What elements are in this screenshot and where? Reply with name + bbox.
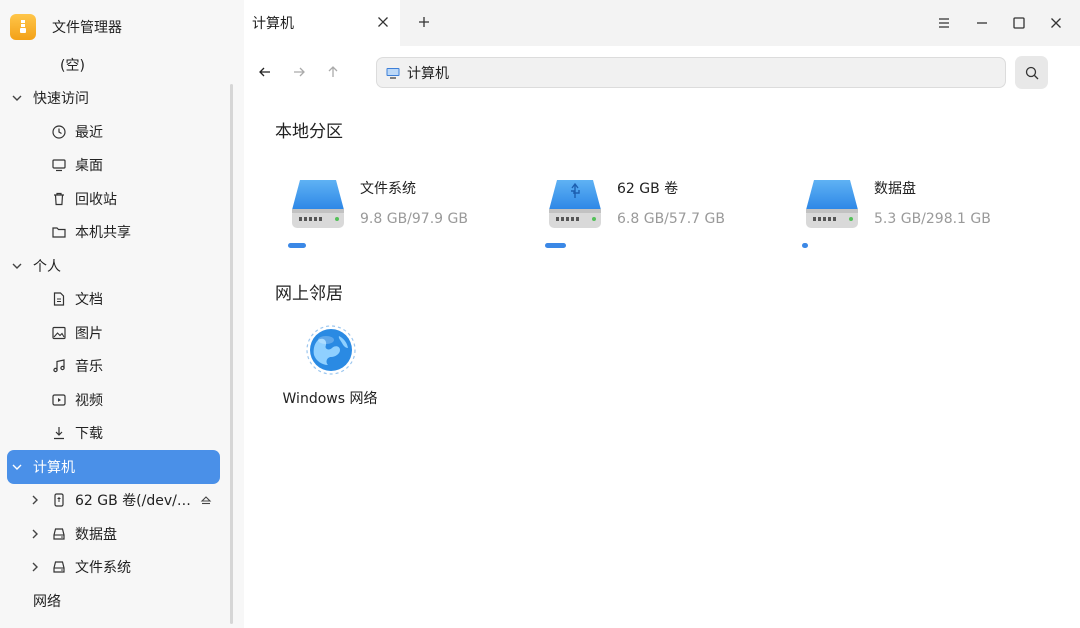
- network-item-label: Windows 网络: [282, 391, 378, 407]
- drive-usage-bar: [545, 243, 566, 248]
- minimize-icon[interactable]: [973, 14, 991, 32]
- add-tab-icon[interactable]: [416, 14, 432, 30]
- close-window-icon[interactable]: [1047, 14, 1065, 32]
- sidebar-group-label: 网络: [33, 593, 61, 610]
- sidebar-item-file-system[interactable]: 文件系统: [0, 551, 232, 585]
- eject-icon[interactable]: [200, 494, 212, 506]
- network-item-windows[interactable]: Windows 网络: [282, 320, 378, 416]
- sidebar-list: (空) 快速访问 最近 桌面 回收站 本机共享 个人 文档 图片 音乐 视频 下…: [0, 48, 232, 618]
- sidebar-group-label: 快速访问: [33, 91, 89, 108]
- tab-computer[interactable]: 计算机: [244, 0, 400, 46]
- usb-drive-icon: [54, 493, 64, 507]
- sidebar-group-quick-access[interactable]: 快速访问: [0, 82, 232, 116]
- music-icon: [53, 359, 65, 373]
- main-panel: 计算机 计算机 本地分区 文件系统 9.8 GB/97.9 GB 62 GB 卷 6.…: [244, 0, 1080, 628]
- hard-disk-icon: [53, 561, 65, 573]
- sidebar-group-label: 个人: [33, 258, 61, 275]
- sidebar-item-label: 视频: [75, 392, 103, 409]
- image-icon: [52, 326, 66, 339]
- usb-drive-icon: [549, 180, 601, 228]
- drive-data-disk[interactable]: 数据盘 5.3 GB/298.1 GB: [802, 174, 1042, 264]
- sidebar-item-label: 数据盘: [75, 526, 117, 543]
- drive-name: 文件系统: [360, 181, 416, 197]
- sidebar-group-personal[interactable]: 个人: [0, 249, 232, 283]
- file-manager-window: 文件管理器 (空) 快速访问 最近 桌面 回收站 本机共享 个人 文档 图片 音…: [0, 0, 1080, 628]
- sidebar-item-label: 最近: [75, 124, 103, 141]
- address-path: 计算机: [407, 65, 449, 82]
- tab-label: 计算机: [252, 16, 294, 32]
- sidebar-group-computer[interactable]: 计算机: [7, 450, 220, 484]
- sidebar-item-data-disk[interactable]: 数据盘: [0, 517, 232, 551]
- sidebar-item-downloads[interactable]: 下载: [0, 417, 232, 451]
- search-button[interactable]: [1015, 56, 1048, 89]
- sidebar-item-local-share[interactable]: 本机共享: [0, 216, 232, 250]
- sidebar-item-usb-volume[interactable]: 62 GB 卷(/dev/…: [0, 484, 232, 518]
- app-header: 文件管理器: [10, 12, 122, 42]
- folder-icon: [52, 227, 66, 238]
- hard-disk-icon: [53, 528, 65, 540]
- sidebar-item-label: 文件系统: [75, 560, 131, 577]
- maximize-icon[interactable]: [1010, 14, 1028, 32]
- chevron-down-icon[interactable]: [10, 259, 24, 273]
- app-logo-icon: [10, 14, 36, 40]
- sidebar-item-music[interactable]: 音乐: [0, 350, 232, 384]
- drive-name: 数据盘: [874, 181, 916, 197]
- sidebar-item-recent[interactable]: 最近: [0, 115, 232, 149]
- section-title-network-neighborhood: 网上邻居: [275, 284, 343, 304]
- sidebar-item-label: 62 GB 卷(/dev/…: [75, 493, 191, 510]
- document-icon: [53, 292, 65, 306]
- chevron-right-icon[interactable]: [28, 493, 42, 507]
- sidebar-scrollbar[interactable]: [230, 84, 233, 624]
- drive-size: 9.8 GB/97.9 GB: [360, 211, 468, 227]
- drive-size: 5.3 GB/298.1 GB: [874, 211, 991, 227]
- sidebar-item-label: 图片: [75, 325, 103, 342]
- sidebar-group-label: 计算机: [33, 459, 75, 476]
- sidebar-item-pictures[interactable]: 图片: [0, 316, 232, 350]
- back-arrow-icon[interactable]: [257, 64, 273, 80]
- hard-disk-icon: [292, 180, 344, 228]
- chevron-down-icon[interactable]: [10, 460, 24, 474]
- up-arrow-icon[interactable]: [325, 64, 341, 80]
- search-icon: [1025, 66, 1038, 79]
- section-title-local-partitions: 本地分区: [275, 122, 343, 142]
- app-title: 文件管理器: [52, 20, 122, 36]
- forward-arrow-icon[interactable]: [291, 64, 307, 80]
- sidebar-item-label: 本机共享: [75, 225, 131, 242]
- drive-file-system[interactable]: 文件系统 9.8 GB/97.9 GB: [288, 174, 528, 264]
- sidebar-item-label: 音乐: [75, 359, 103, 376]
- drive-62gb-volume[interactable]: 62 GB 卷 6.8 GB/57.7 GB: [545, 174, 785, 264]
- drive-usage-bar: [288, 243, 306, 248]
- drive-usage-bar: [802, 243, 808, 248]
- hard-disk-icon: [806, 180, 858, 228]
- close-icon[interactable]: [376, 15, 390, 29]
- navigation-bar: 计算机: [244, 46, 1080, 98]
- drive-name: 62 GB 卷: [617, 181, 679, 197]
- sidebar-group-network[interactable]: 网络: [0, 584, 232, 618]
- video-icon: [52, 394, 66, 406]
- chevron-right-icon[interactable]: [28, 527, 42, 541]
- computer-icon: [386, 67, 400, 79]
- download-icon: [54, 427, 64, 440]
- address-bar[interactable]: 计算机: [376, 57, 1006, 88]
- desktop-icon: [52, 159, 66, 172]
- titlebar: 计算机: [244, 0, 1080, 46]
- menu-icon[interactable]: [935, 14, 953, 32]
- trash-icon: [54, 192, 64, 205]
- drive-size: 6.8 GB/57.7 GB: [617, 211, 725, 227]
- sidebar-item-label: 桌面: [75, 158, 103, 175]
- sidebar-empty-item: (空): [0, 48, 232, 82]
- sidebar-item-label: 回收站: [75, 191, 117, 208]
- sidebar-item-label: 文档: [75, 292, 103, 309]
- sidebar-empty-label: (空): [60, 57, 85, 74]
- globe-icon: [306, 325, 356, 375]
- sidebar-item-trash[interactable]: 回收站: [0, 182, 232, 216]
- clock-icon: [52, 125, 66, 139]
- chevron-right-icon[interactable]: [28, 560, 42, 574]
- sidebar-item-label: 下载: [75, 426, 103, 443]
- sidebar: 文件管理器 (空) 快速访问 最近 桌面 回收站 本机共享 个人 文档 图片 音…: [0, 0, 244, 628]
- sidebar-item-desktop[interactable]: 桌面: [0, 149, 232, 183]
- sidebar-item-videos[interactable]: 视频: [0, 383, 232, 417]
- sidebar-item-documents[interactable]: 文档: [0, 283, 232, 317]
- chevron-down-icon[interactable]: [10, 91, 24, 105]
